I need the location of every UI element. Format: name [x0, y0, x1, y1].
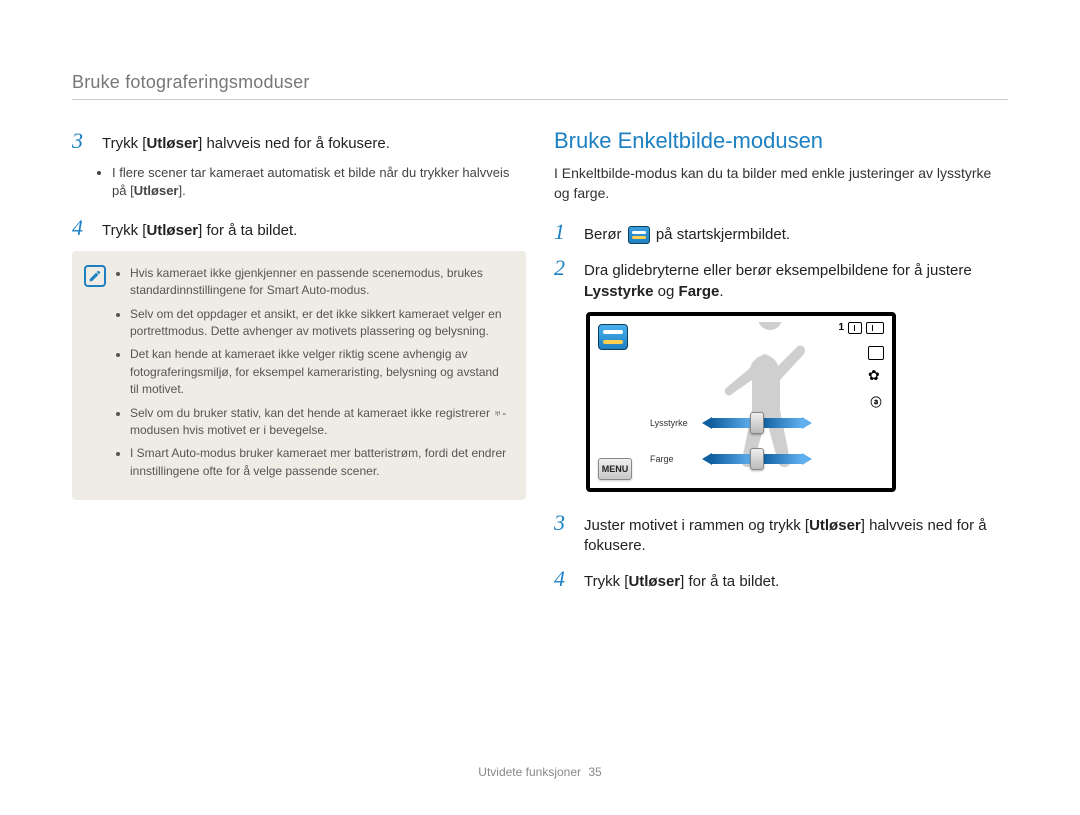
- note-item: Selv om du bruker stativ, kan det hende …: [130, 405, 508, 440]
- note-item: Hvis kameraet ikke gjenkjenner en passen…: [130, 265, 508, 300]
- track: [712, 454, 752, 464]
- memory-icon: [848, 322, 862, 334]
- step-text: Trykk [Utløser] for å ta bildet.: [584, 572, 779, 592]
- track: [762, 418, 802, 428]
- t: Selv om du bruker stativ, kan det hende …: [130, 406, 493, 420]
- right-step-2: 2 Dra glidebryterne eller berør eksempel…: [554, 255, 1008, 302]
- t: .: [719, 283, 723, 300]
- t: Dra glidebryterne eller berør eksempelbi…: [584, 262, 972, 279]
- step-text: Juster motivet i rammen og trykk [Utløse…: [584, 516, 1008, 557]
- bullet: I flere scener tar kameraet automatisk e…: [112, 164, 526, 200]
- t: Trykk [: [102, 222, 146, 239]
- macro-icon: [869, 370, 883, 384]
- t: og: [654, 283, 679, 300]
- step-text: Trykk [Utløser] for å ta bildet.: [102, 221, 297, 241]
- tripod-icon: ♅: [493, 406, 502, 420]
- track: [712, 418, 752, 428]
- arrow-left-icon: [702, 417, 712, 429]
- t: Utløser: [146, 135, 198, 152]
- t: Juster motivet i rammen og trykk [: [584, 517, 809, 534]
- step-number: 3: [72, 128, 92, 154]
- t: Utløser: [134, 183, 179, 198]
- arrow-left-icon: [702, 453, 712, 465]
- brightness-slider[interactable]: Lysstyrke: [650, 412, 812, 434]
- page-number: 35: [588, 765, 601, 779]
- color-slider[interactable]: Farge: [650, 448, 812, 470]
- mode-icon: [628, 226, 650, 244]
- sliders: Lysstyrke Farge: [650, 412, 812, 470]
- side-icons: ⓐ: [868, 346, 884, 410]
- mode-icon: [598, 324, 628, 350]
- aspect-icon: [868, 346, 884, 360]
- auto-icon: ⓐ: [868, 394, 884, 410]
- section-intro: I Enkeltbilde-modus kan du ta bilder med…: [554, 164, 1008, 203]
- step-number: 1: [554, 219, 574, 245]
- slider-handle[interactable]: [750, 448, 764, 470]
- step-number: 4: [554, 566, 574, 592]
- t: Trykk [: [102, 135, 146, 152]
- arrow-right-icon: [802, 453, 812, 465]
- left-step-4: 4 Trykk [Utløser] for å ta bildet.: [72, 215, 526, 241]
- t: Utløser: [146, 222, 198, 239]
- right-step-1: 1 Berør på startskjermbildet.: [554, 219, 1008, 245]
- step-number: 3: [554, 510, 574, 536]
- pencil-icon: [88, 269, 102, 283]
- slider-handle[interactable]: [750, 412, 764, 434]
- t: ] for å ta bildet.: [198, 222, 297, 239]
- breadcrumb: Bruke fotograferingsmoduser: [72, 72, 1008, 100]
- t: Farge: [679, 283, 720, 300]
- right-column: Bruke Enkeltbilde-modusen I Enkeltbilde-…: [554, 128, 1008, 603]
- left-column: 3 Trykk [Utløser] halvveis ned for å fok…: [72, 128, 526, 603]
- t: Trykk [: [584, 573, 628, 590]
- left-step-3: 3 Trykk [Utløser] halvveis ned for å fok…: [72, 128, 526, 154]
- status-bar: 1: [838, 322, 884, 334]
- step-number: 2: [554, 255, 574, 281]
- slider-label: Lysstyrke: [650, 418, 696, 428]
- note-box: Hvis kameraet ikke gjenkjenner en passen…: [72, 251, 526, 500]
- battery-icon: [866, 322, 884, 334]
- camera-screen: 1 ⓐ Lysstyrke: [586, 312, 896, 492]
- step-number: 4: [72, 215, 92, 241]
- t: Lysstyrke: [584, 283, 654, 300]
- footer: Utvidete funksjoner 35: [0, 765, 1080, 779]
- t: ].: [178, 183, 185, 198]
- step-text: Dra glidebryterne eller berør eksempelbi…: [584, 261, 1008, 302]
- t: Berør: [584, 226, 626, 243]
- slider-label: Farge: [650, 454, 696, 464]
- track: [762, 454, 802, 464]
- section-heading: Bruke Enkeltbilde-modusen: [554, 128, 1008, 154]
- right-step-4: 4 Trykk [Utløser] for å ta bildet.: [554, 566, 1008, 592]
- shot-count: 1: [838, 322, 844, 333]
- arrow-right-icon: [802, 417, 812, 429]
- t: på startskjermbildet.: [652, 226, 790, 243]
- step-text: Trykk [Utløser] halvveis ned for å fokus…: [102, 134, 390, 154]
- note-item: Det kan hende at kameraet ikke velger ri…: [130, 346, 508, 398]
- note-item: I Smart Auto-modus bruker kameraet mer b…: [130, 445, 508, 480]
- step3-bullets: I flere scener tar kameraet automatisk e…: [112, 164, 526, 200]
- footer-section: Utvidete funksjoner: [478, 765, 581, 779]
- step-text: Berør på startskjermbildet.: [584, 225, 790, 245]
- t: ] halvveis ned for å fokusere.: [198, 135, 390, 152]
- note-item: Selv om det oppdager et ansikt, er det i…: [130, 306, 508, 341]
- menu-button[interactable]: MENU: [598, 458, 632, 480]
- t: ] for å ta bildet.: [680, 573, 779, 590]
- note-icon: [84, 265, 106, 287]
- right-step-3: 3 Juster motivet i rammen og trykk [Utlø…: [554, 510, 1008, 557]
- t: Utløser: [628, 573, 680, 590]
- t: Utløser: [809, 517, 861, 534]
